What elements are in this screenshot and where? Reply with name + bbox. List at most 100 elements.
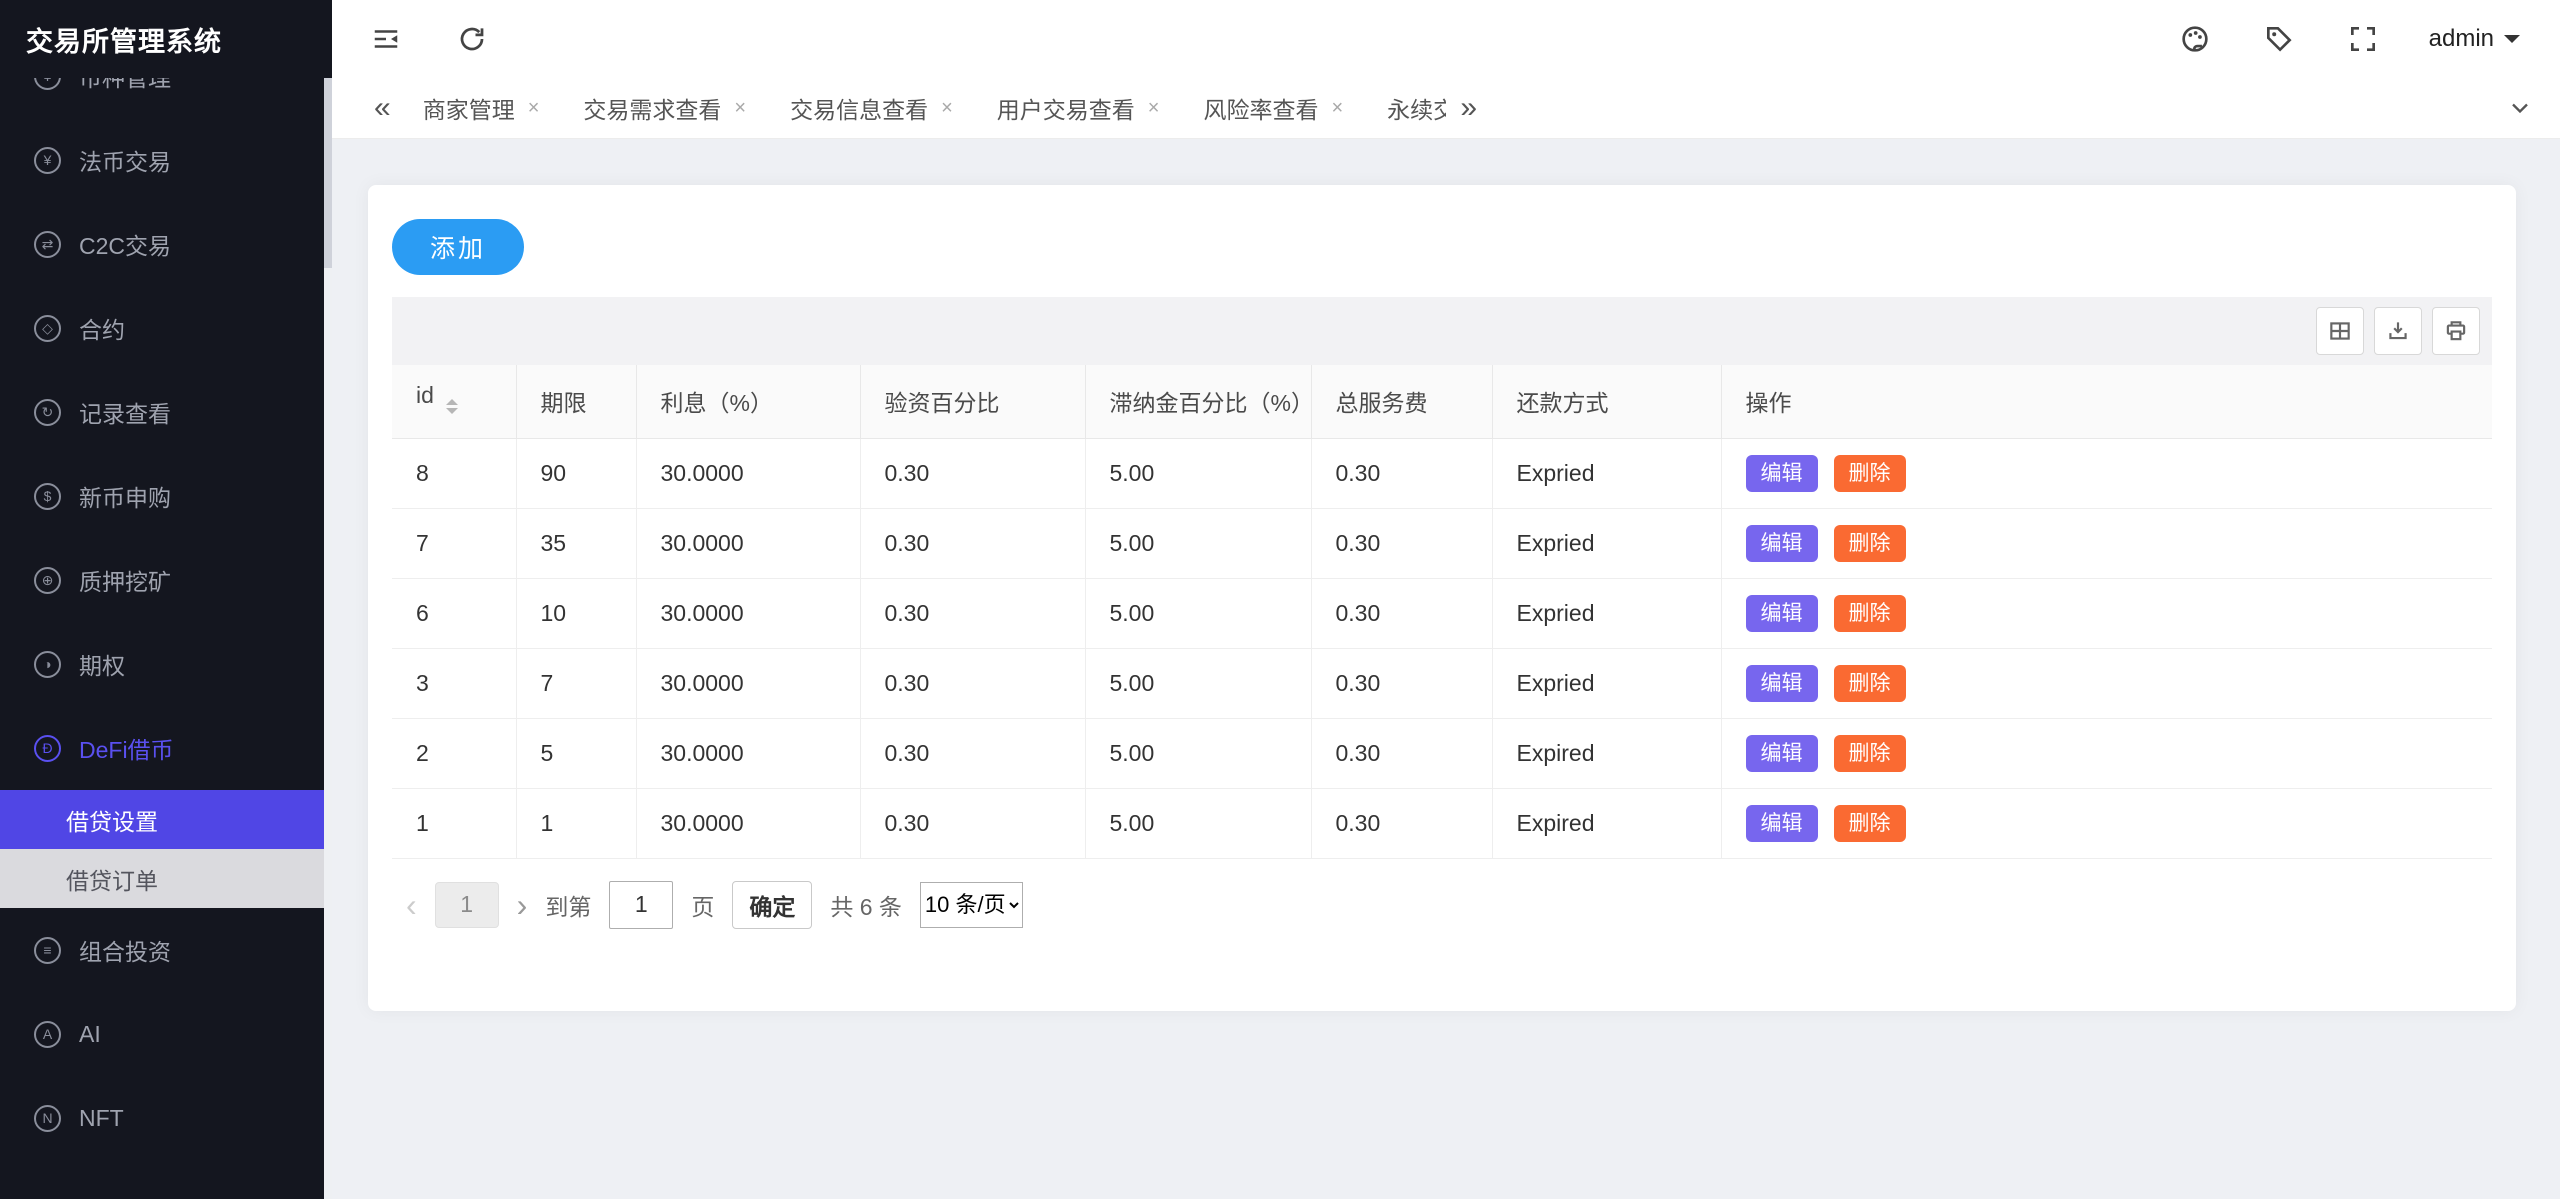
prev-page-button[interactable]: ‹ xyxy=(406,889,417,921)
menu-item-icon: ◇ xyxy=(34,315,61,342)
cell-late_fee_pct: 5.00 xyxy=(1085,718,1311,788)
goto-label-prefix: 到第 xyxy=(545,888,591,922)
delete-button[interactable]: 删除 xyxy=(1834,595,1906,632)
fullscreen-icon[interactable] xyxy=(2345,21,2381,57)
cell-repay: Expired xyxy=(1492,788,1721,858)
confirm-button[interactable]: 确定 xyxy=(732,881,812,929)
menu-item-icon: $ xyxy=(34,483,61,510)
menu-item-label: 组合投资 xyxy=(79,933,171,967)
cell-late_fee_pct: 5.00 xyxy=(1085,438,1311,508)
column-header-0[interactable]: id xyxy=(392,365,516,438)
menu-item-label: AI xyxy=(79,1021,101,1048)
goto-page-input[interactable] xyxy=(609,881,673,929)
menu-item-icon: ¥ xyxy=(34,147,61,174)
goto-label-suffix: 页 xyxy=(691,888,714,922)
app-title: 交易所管理系统 xyxy=(0,0,332,78)
edit-button[interactable]: 编辑 xyxy=(1746,455,1818,492)
delete-button[interactable]: 删除 xyxy=(1834,455,1906,492)
column-header-2: 利息（%） xyxy=(636,365,860,438)
delete-button[interactable]: 删除 xyxy=(1834,665,1906,702)
print-icon[interactable] xyxy=(2432,307,2480,355)
cell-id: 8 xyxy=(392,438,516,508)
tabs-scroll-right-button[interactable]: » xyxy=(1460,93,2484,123)
next-page-button[interactable]: › xyxy=(517,889,528,921)
tab-3[interactable]: 用户交易查看 × xyxy=(997,91,1160,125)
edit-button[interactable]: 编辑 xyxy=(1746,735,1818,772)
cell-service_fee: 0.30 xyxy=(1311,788,1492,858)
cell-interest: 30.0000 xyxy=(636,718,860,788)
sidebar-subitem-loan-settings[interactable]: 借贷设置 xyxy=(0,790,332,849)
delete-button[interactable]: 删除 xyxy=(1834,805,1906,842)
sidebar-item-portfolio[interactable]: ≡ 组合投资 xyxy=(0,908,332,992)
sidebar-item-contract[interactable]: ◇ 合约 xyxy=(0,286,332,370)
edit-button[interactable]: 编辑 xyxy=(1746,665,1818,702)
cell-actions: 编辑删除 xyxy=(1721,508,2492,578)
sidebar-item-c2c-trade[interactable]: ⇄ C2C交易 xyxy=(0,202,332,286)
sidebar-scrollbar-thumb[interactable] xyxy=(324,78,332,268)
menu-item-icon: ◑ xyxy=(34,651,61,678)
delete-button[interactable]: 删除 xyxy=(1834,735,1906,772)
current-page-button[interactable]: 1 xyxy=(435,882,499,928)
sidebar-item-options[interactable]: ◑ 期权 xyxy=(0,622,332,706)
sidebar-item-ai[interactable]: A AI xyxy=(0,992,332,1076)
delete-button[interactable]: 删除 xyxy=(1834,525,1906,562)
sidebar-item-staking-mining[interactable]: ⊕ 质押挖矿 xyxy=(0,538,332,622)
tab-close-icon[interactable]: × xyxy=(1148,97,1160,120)
content-card: 添加 id期限利 xyxy=(368,185,2516,1011)
sidebar: 交易所管理系统 ¥ 币种管理 ¥ 法币交易 ⇄ C2C交易 ◇ 合约 ↻ 记录查… xyxy=(0,0,332,1199)
cell-actions: 编辑删除 xyxy=(1721,648,2492,718)
tab-5[interactable]: 永续交易管理 × xyxy=(1387,91,1446,125)
tab-4[interactable]: 风险率查看 × xyxy=(1203,91,1343,125)
cell-capital_pct: 0.30 xyxy=(860,578,1085,648)
pagination: ‹ 1 › 到第 页 确定 共 6 条 10 条/页 xyxy=(392,881,2492,929)
sidebar-item-fiat-trade[interactable]: ¥ 法币交易 xyxy=(0,118,332,202)
sidebar-item-defi-loan[interactable]: Ð DeFi借币 xyxy=(0,706,332,790)
cell-term: 10 xyxy=(516,578,636,648)
cell-service_fee: 0.30 xyxy=(1311,578,1492,648)
add-button[interactable]: 添加 xyxy=(392,219,524,275)
sort-icon[interactable] xyxy=(446,393,458,420)
table-row: 61030.00000.305.000.30Expried编辑删除 xyxy=(392,578,2492,648)
menu-item-label: C2C交易 xyxy=(79,227,171,261)
collapse-sidebar-icon[interactable] xyxy=(368,21,404,57)
columns-filter-icon[interactable] xyxy=(2316,307,2364,355)
sidebar-scrollbar[interactable] xyxy=(324,78,332,1199)
edit-button[interactable]: 编辑 xyxy=(1746,805,1818,842)
page-size-select[interactable]: 10 条/页 xyxy=(920,882,1023,928)
sidebar-item-records[interactable]: ↻ 记录查看 xyxy=(0,370,332,454)
cell-late_fee_pct: 5.00 xyxy=(1085,788,1311,858)
cell-repay: Expried xyxy=(1492,508,1721,578)
tab-label: 交易需求查看 xyxy=(583,91,721,125)
menu-item-icon: A xyxy=(34,1021,61,1048)
cell-service_fee: 0.30 xyxy=(1311,648,1492,718)
submenu-item-label: 借贷设置 xyxy=(66,803,158,837)
sidebar-subitem-loan-orders[interactable]: 借贷订单 xyxy=(0,849,332,908)
tab-0[interactable]: 商家管理 × xyxy=(423,91,540,125)
edit-button[interactable]: 编辑 xyxy=(1746,525,1818,562)
data-table: id期限利息（%）验资百分比滞纳金百分比（%）总服务费还款方式操作 89030.… xyxy=(392,365,2492,859)
caret-down-icon xyxy=(2504,35,2520,51)
user-menu[interactable]: admin xyxy=(2429,25,2520,53)
tab-1[interactable]: 交易需求查看 × xyxy=(583,91,746,125)
export-icon[interactable] xyxy=(2374,307,2422,355)
tag-icon[interactable] xyxy=(2261,21,2297,57)
column-header-6: 还款方式 xyxy=(1492,365,1721,438)
menu-item-icon: N xyxy=(34,1105,61,1132)
tabs-dropdown-icon[interactable] xyxy=(2506,94,2534,122)
cell-capital_pct: 0.30 xyxy=(860,508,1085,578)
tab-close-icon[interactable]: × xyxy=(734,97,746,120)
refresh-icon[interactable] xyxy=(454,21,490,57)
tabs-scroll-left-button[interactable]: « xyxy=(374,93,391,123)
total-count-label: 共 6 条 xyxy=(830,888,902,922)
theme-palette-icon[interactable] xyxy=(2177,21,2213,57)
sidebar-item-new-coin-subscribe[interactable]: $ 新币申购 xyxy=(0,454,332,538)
sidebar-item-nft[interactable]: N NFT xyxy=(0,1076,332,1160)
menu-item-label: 新币申购 xyxy=(79,479,171,513)
menu-item-label: 法币交易 xyxy=(79,143,171,177)
column-header-4: 滞纳金百分比（%） xyxy=(1085,365,1311,438)
tab-close-icon[interactable]: × xyxy=(528,97,540,120)
edit-button[interactable]: 编辑 xyxy=(1746,595,1818,632)
tab-close-icon[interactable]: × xyxy=(941,97,953,120)
tab-close-icon[interactable]: × xyxy=(1331,97,1343,120)
tab-2[interactable]: 交易信息查看 × xyxy=(790,91,953,125)
